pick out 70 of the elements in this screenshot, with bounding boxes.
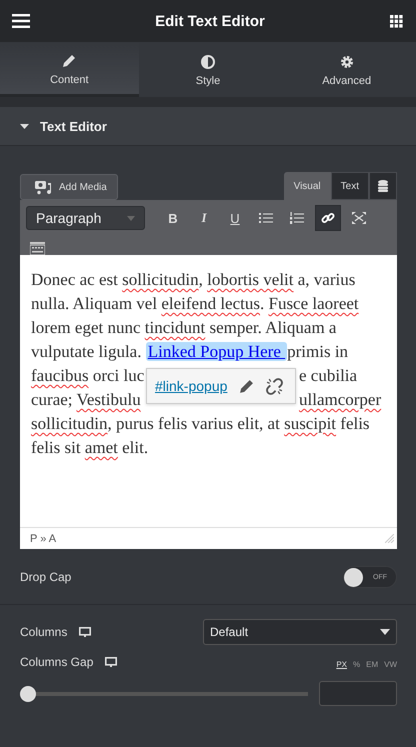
paragraph-text: .	[260, 294, 266, 313]
paragraph-text: a, varius	[296, 270, 356, 289]
paragraph-text: elit.	[121, 438, 148, 457]
element-path: P » A	[30, 532, 56, 544]
editor-mode-tab[interactable]: Visual	[284, 172, 331, 200]
section-header[interactable]: Text Editor	[0, 107, 416, 146]
desktop-icon[interactable]	[79, 626, 92, 638]
fullscreen-icon	[352, 212, 366, 224]
paragraph-text: curae;	[31, 390, 74, 409]
paragraph-text: e cubilia	[299, 366, 358, 385]
paragraph-text: nulla. Aliquam vel	[31, 294, 158, 313]
unit-option[interactable]: VW	[384, 660, 397, 669]
edit-icon[interactable]	[239, 378, 254, 394]
bold-button[interactable]: B	[160, 205, 186, 231]
slider-thumb[interactable]	[20, 686, 36, 702]
unit-option[interactable]: EM	[366, 660, 378, 669]
panel-title: Edit Text Editor	[155, 12, 265, 30]
unit-option[interactable]: %	[352, 660, 360, 669]
paragraph-text: amet	[84, 438, 118, 457]
paragraph-text: Vestibulu	[76, 390, 141, 409]
caret-icon	[127, 216, 135, 220]
underline-button[interactable]: U	[222, 205, 248, 231]
columns-label: Columns	[20, 625, 68, 639]
paragraph-text: sollicitudin	[31, 414, 108, 433]
popup-link[interactable]: #link-popup	[155, 378, 228, 394]
paragraph-text: Donec ac est	[31, 270, 119, 289]
add-media-button[interactable]: Add Media	[20, 174, 118, 200]
link-button[interactable]	[315, 205, 341, 231]
paragraph-text: ullamcorper	[299, 390, 382, 409]
paragraph-text: felis	[339, 414, 370, 433]
paragraph-text: sollicitudin	[122, 270, 199, 289]
resize-grip-icon[interactable]	[385, 534, 394, 543]
paragraph-text: semper. Aliquam a	[208, 318, 336, 337]
menu-icon[interactable]	[12, 14, 30, 28]
paragraph-text: felis sit	[31, 438, 82, 457]
format-select[interactable]: Paragraph	[26, 206, 145, 230]
italic-button[interactable]: I	[191, 205, 217, 231]
numbered-list-icon	[290, 212, 304, 224]
database-icon	[378, 180, 388, 192]
unlink-icon[interactable]	[266, 378, 284, 394]
contrast-icon	[201, 55, 215, 69]
text-link[interactable]: Linked Popup Here	[146, 342, 288, 361]
paragraph-text: eleifend lectus	[161, 294, 260, 313]
editor-mode-tab[interactable]: Text	[330, 172, 369, 200]
paragraph-text: tincidunt	[144, 318, 206, 337]
drop-cap-label: Drop Cap	[20, 570, 72, 584]
bullet-list-icon	[259, 212, 273, 224]
columns-select[interactable]: Default	[203, 619, 397, 645]
desktop-icon[interactable]	[105, 656, 118, 668]
paragraph-text: , purus felis varius elit, at	[108, 414, 281, 433]
paragraph-text: vulputate ligula.	[31, 342, 142, 361]
link-icon	[321, 211, 335, 225]
paragraph-text: orci luc	[92, 366, 144, 385]
paragraph-text: ,	[198, 270, 204, 289]
paragraph-text: Fusce laoreet	[268, 294, 359, 313]
keyboard-icon	[30, 242, 44, 254]
columns-gap-label: Columns Gap	[20, 655, 94, 669]
database-button[interactable]	[369, 172, 397, 200]
paragraph-text: primis in	[287, 342, 348, 361]
gap-input[interactable]	[319, 681, 397, 706]
unit-option[interactable]: PX	[336, 660, 347, 669]
caret-icon	[380, 629, 390, 635]
media-icon	[35, 179, 53, 195]
paragraph-text: lorem eget nunc	[31, 318, 142, 337]
paragraph-text: lobortis velit	[207, 270, 294, 289]
paragraph-text: suscipit	[284, 414, 336, 433]
grid-icon[interactable]	[390, 14, 403, 28]
gear-icon	[340, 55, 354, 69]
pencil-icon	[62, 54, 76, 68]
paragraph-text: faucibus	[31, 366, 89, 385]
